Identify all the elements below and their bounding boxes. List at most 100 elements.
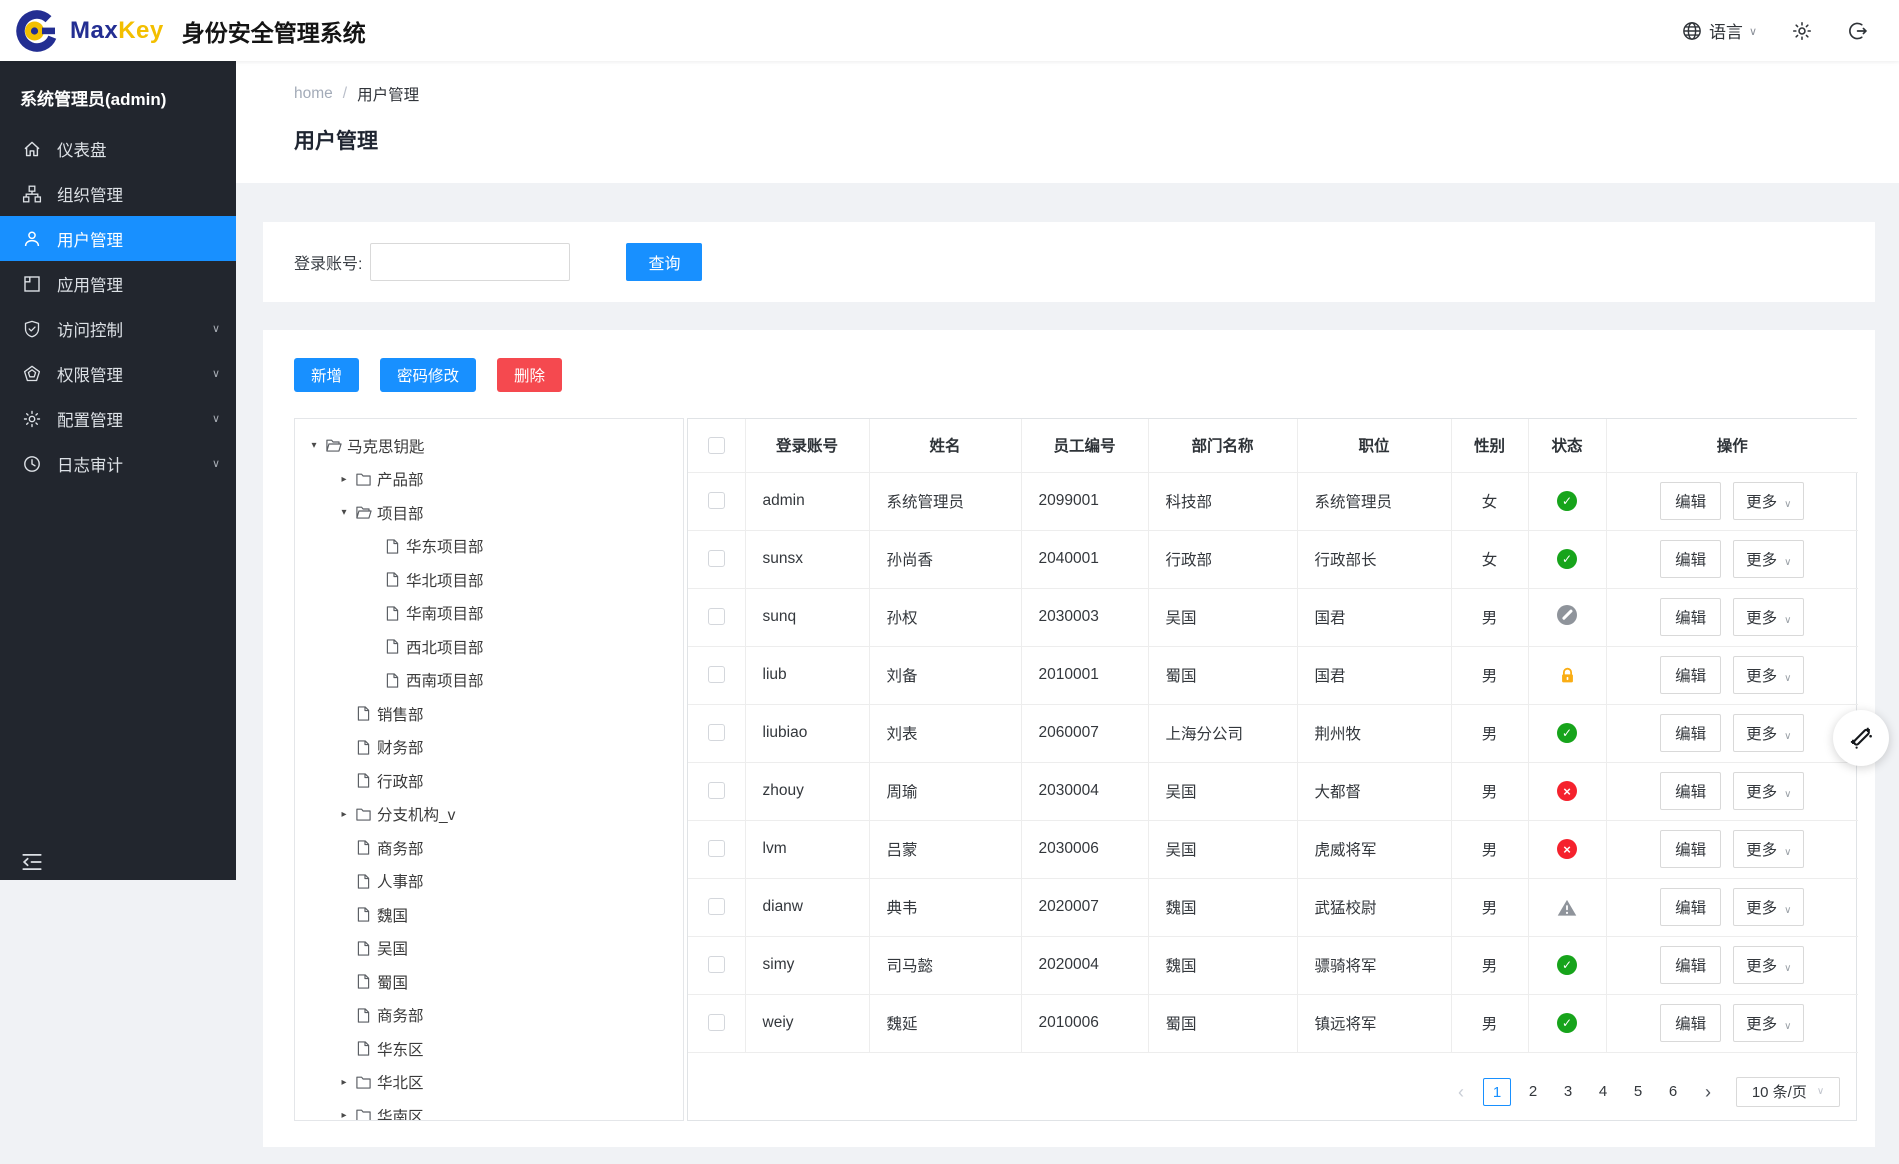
folder-icon bbox=[355, 806, 372, 823]
pagination-page-4[interactable]: 4 bbox=[1590, 1077, 1616, 1106]
row-checkbox[interactable] bbox=[707, 956, 725, 974]
tree-node[interactable]: 西北项目部 bbox=[295, 630, 683, 664]
edit-button[interactable]: 编辑 bbox=[1660, 888, 1722, 926]
sidebar-item-applications[interactable]: 应用管理 bbox=[0, 261, 236, 306]
menu-fold-icon[interactable] bbox=[20, 850, 44, 874]
caret-right-icon[interactable]: ▸ bbox=[336, 1110, 352, 1120]
tree-node[interactable]: 华南项目部 bbox=[295, 597, 683, 631]
tree-node[interactable]: 商务部 bbox=[295, 999, 683, 1033]
row-checkbox[interactable] bbox=[707, 782, 725, 800]
tree-node[interactable]: 西南项目部 bbox=[295, 664, 683, 698]
edit-button[interactable]: 编辑 bbox=[1660, 830, 1722, 868]
tree-node[interactable]: ▸ 分支机构_v bbox=[295, 798, 683, 832]
row-checkbox[interactable] bbox=[707, 666, 725, 684]
sidebar-item-access-control[interactable]: 访问控制 ∨ bbox=[0, 306, 236, 351]
tree-node[interactable]: ▸ 华北区 bbox=[295, 1066, 683, 1100]
edit-button[interactable]: 编辑 bbox=[1660, 946, 1722, 984]
tree-node[interactable]: ▸ 产品部 bbox=[295, 463, 683, 497]
more-button[interactable]: 更多 ∨ bbox=[1733, 714, 1805, 752]
add-button[interactable]: 新增 bbox=[294, 358, 360, 392]
sidebar-item-organizations[interactable]: 组织管理 bbox=[0, 171, 236, 216]
pagination-next[interactable]: › bbox=[1695, 1077, 1721, 1106]
logout-icon[interactable] bbox=[1847, 20, 1869, 42]
tree-node[interactable]: 蜀国 bbox=[295, 965, 683, 999]
delete-button[interactable]: 删除 bbox=[497, 358, 563, 392]
magic-wand-button[interactable] bbox=[1833, 710, 1889, 766]
sidebar-item-audit-logs[interactable]: 日志审计 ∨ bbox=[0, 441, 236, 486]
pagination-page-2[interactable]: 2 bbox=[1520, 1077, 1546, 1106]
row-checkbox[interactable] bbox=[707, 492, 725, 510]
tree-node[interactable]: 行政部 bbox=[295, 764, 683, 798]
caret-right-icon[interactable]: ▸ bbox=[336, 809, 352, 820]
edit-button[interactable]: 编辑 bbox=[1660, 1004, 1722, 1042]
pagination-page-5[interactable]: 5 bbox=[1625, 1077, 1651, 1106]
change-password-button[interactable]: 密码修改 bbox=[380, 358, 477, 392]
row-checkbox[interactable] bbox=[707, 724, 725, 742]
more-button[interactable]: 更多 ∨ bbox=[1733, 1004, 1805, 1042]
tree-node[interactable]: 魏国 bbox=[295, 898, 683, 932]
tree-node-label: 蜀国 bbox=[377, 974, 409, 992]
tree-node[interactable]: ▸ 华南区 bbox=[295, 1099, 683, 1120]
caret-right-icon[interactable]: ▸ bbox=[336, 474, 352, 485]
query-button[interactable]: 查询 bbox=[626, 243, 703, 281]
row-checkbox[interactable] bbox=[707, 550, 725, 568]
edit-button[interactable]: 编辑 bbox=[1660, 656, 1722, 694]
page-size-select[interactable]: 10 条/页 ∨ bbox=[1736, 1076, 1840, 1107]
more-button[interactable]: 更多 ∨ bbox=[1733, 598, 1805, 636]
table-header-row: 登录账号 姓名 员工编号 部门名称 职位 性别 状态 操作 bbox=[688, 419, 1858, 473]
chevron-down-icon: ∨ bbox=[1784, 673, 1792, 684]
select-all-checkbox[interactable] bbox=[707, 436, 725, 454]
edit-button[interactable]: 编辑 bbox=[1660, 598, 1722, 636]
file-icon bbox=[355, 772, 372, 789]
more-button[interactable]: 更多 ∨ bbox=[1733, 888, 1805, 926]
more-button[interactable]: 更多 ∨ bbox=[1733, 482, 1805, 520]
pagination-page-1[interactable]: 1 bbox=[1483, 1077, 1511, 1106]
more-button[interactable]: 更多 ∨ bbox=[1733, 772, 1805, 810]
sidebar-item-users[interactable]: 用户管理 bbox=[0, 216, 236, 261]
tree-node-label: 人事部 bbox=[377, 874, 424, 892]
table-row: simy 司马懿 2020004 魏国 骠骑将军男 ✓ 编辑 更多 ∨ bbox=[688, 936, 1858, 995]
caret-down-icon[interactable]: ▾ bbox=[336, 507, 352, 518]
more-button[interactable]: 更多 ∨ bbox=[1733, 946, 1805, 984]
cell-department: 蜀国 bbox=[1148, 646, 1298, 705]
caret-right-icon[interactable]: ▸ bbox=[336, 1077, 352, 1088]
tree-node[interactable]: 华东项目部 bbox=[295, 530, 683, 564]
edit-button[interactable]: 编辑 bbox=[1660, 772, 1722, 810]
pagination-page-3[interactable]: 3 bbox=[1555, 1077, 1581, 1106]
sidebar-item-dashboard[interactable]: 仪表盘 bbox=[0, 126, 236, 171]
caret-down-icon[interactable]: ▾ bbox=[306, 440, 322, 451]
tree-node[interactable]: 人事部 bbox=[295, 865, 683, 899]
edit-button[interactable]: 编辑 bbox=[1660, 540, 1722, 578]
pagination-prev[interactable]: ‹ bbox=[1448, 1077, 1474, 1106]
chevron-down-icon: ∨ bbox=[211, 413, 220, 425]
tree-node[interactable]: 华北项目部 bbox=[295, 563, 683, 597]
tree-node[interactable]: 财务部 bbox=[295, 731, 683, 765]
more-button[interactable]: 更多 ∨ bbox=[1733, 656, 1805, 694]
edit-button[interactable]: 编辑 bbox=[1660, 482, 1722, 520]
row-checkbox[interactable] bbox=[707, 608, 725, 626]
pagination-page-6[interactable]: 6 bbox=[1660, 1077, 1686, 1106]
row-checkbox[interactable] bbox=[707, 840, 725, 858]
settings-gear-icon[interactable] bbox=[1791, 20, 1813, 42]
cell-actions: 编辑 更多 ∨ bbox=[1606, 704, 1858, 763]
row-checkbox[interactable] bbox=[707, 898, 725, 916]
tree-node[interactable]: 华东区 bbox=[295, 1032, 683, 1066]
language-selector[interactable]: 语言 ∨ bbox=[1681, 18, 1757, 43]
breadcrumb-home[interactable]: home bbox=[294, 85, 333, 103]
more-button[interactable]: 更多 ∨ bbox=[1733, 830, 1805, 868]
column-header: 员工编号 bbox=[1021, 419, 1149, 473]
edit-button[interactable]: 编辑 bbox=[1660, 714, 1722, 752]
cell-name: 刘表 bbox=[869, 704, 1022, 763]
row-checkbox[interactable] bbox=[707, 1014, 725, 1032]
tree-node[interactable]: 销售部 bbox=[295, 697, 683, 731]
login-account-input[interactable] bbox=[370, 243, 571, 281]
more-button[interactable]: 更多 ∨ bbox=[1733, 540, 1805, 578]
tree-node[interactable]: ▾ 马克思钥匙 bbox=[295, 429, 683, 463]
cell-job-title: 行政部长 bbox=[1297, 530, 1452, 589]
sidebar-item-permissions[interactable]: 权限管理 ∨ bbox=[0, 351, 236, 396]
sidebar-item-configuration[interactable]: 配置管理 ∨ bbox=[0, 396, 236, 441]
tree-node[interactable]: 吴国 bbox=[295, 932, 683, 966]
tree-node-label: 商务部 bbox=[377, 840, 424, 858]
tree-node[interactable]: 商务部 bbox=[295, 831, 683, 865]
tree-node[interactable]: ▾ 项目部 bbox=[295, 496, 683, 530]
